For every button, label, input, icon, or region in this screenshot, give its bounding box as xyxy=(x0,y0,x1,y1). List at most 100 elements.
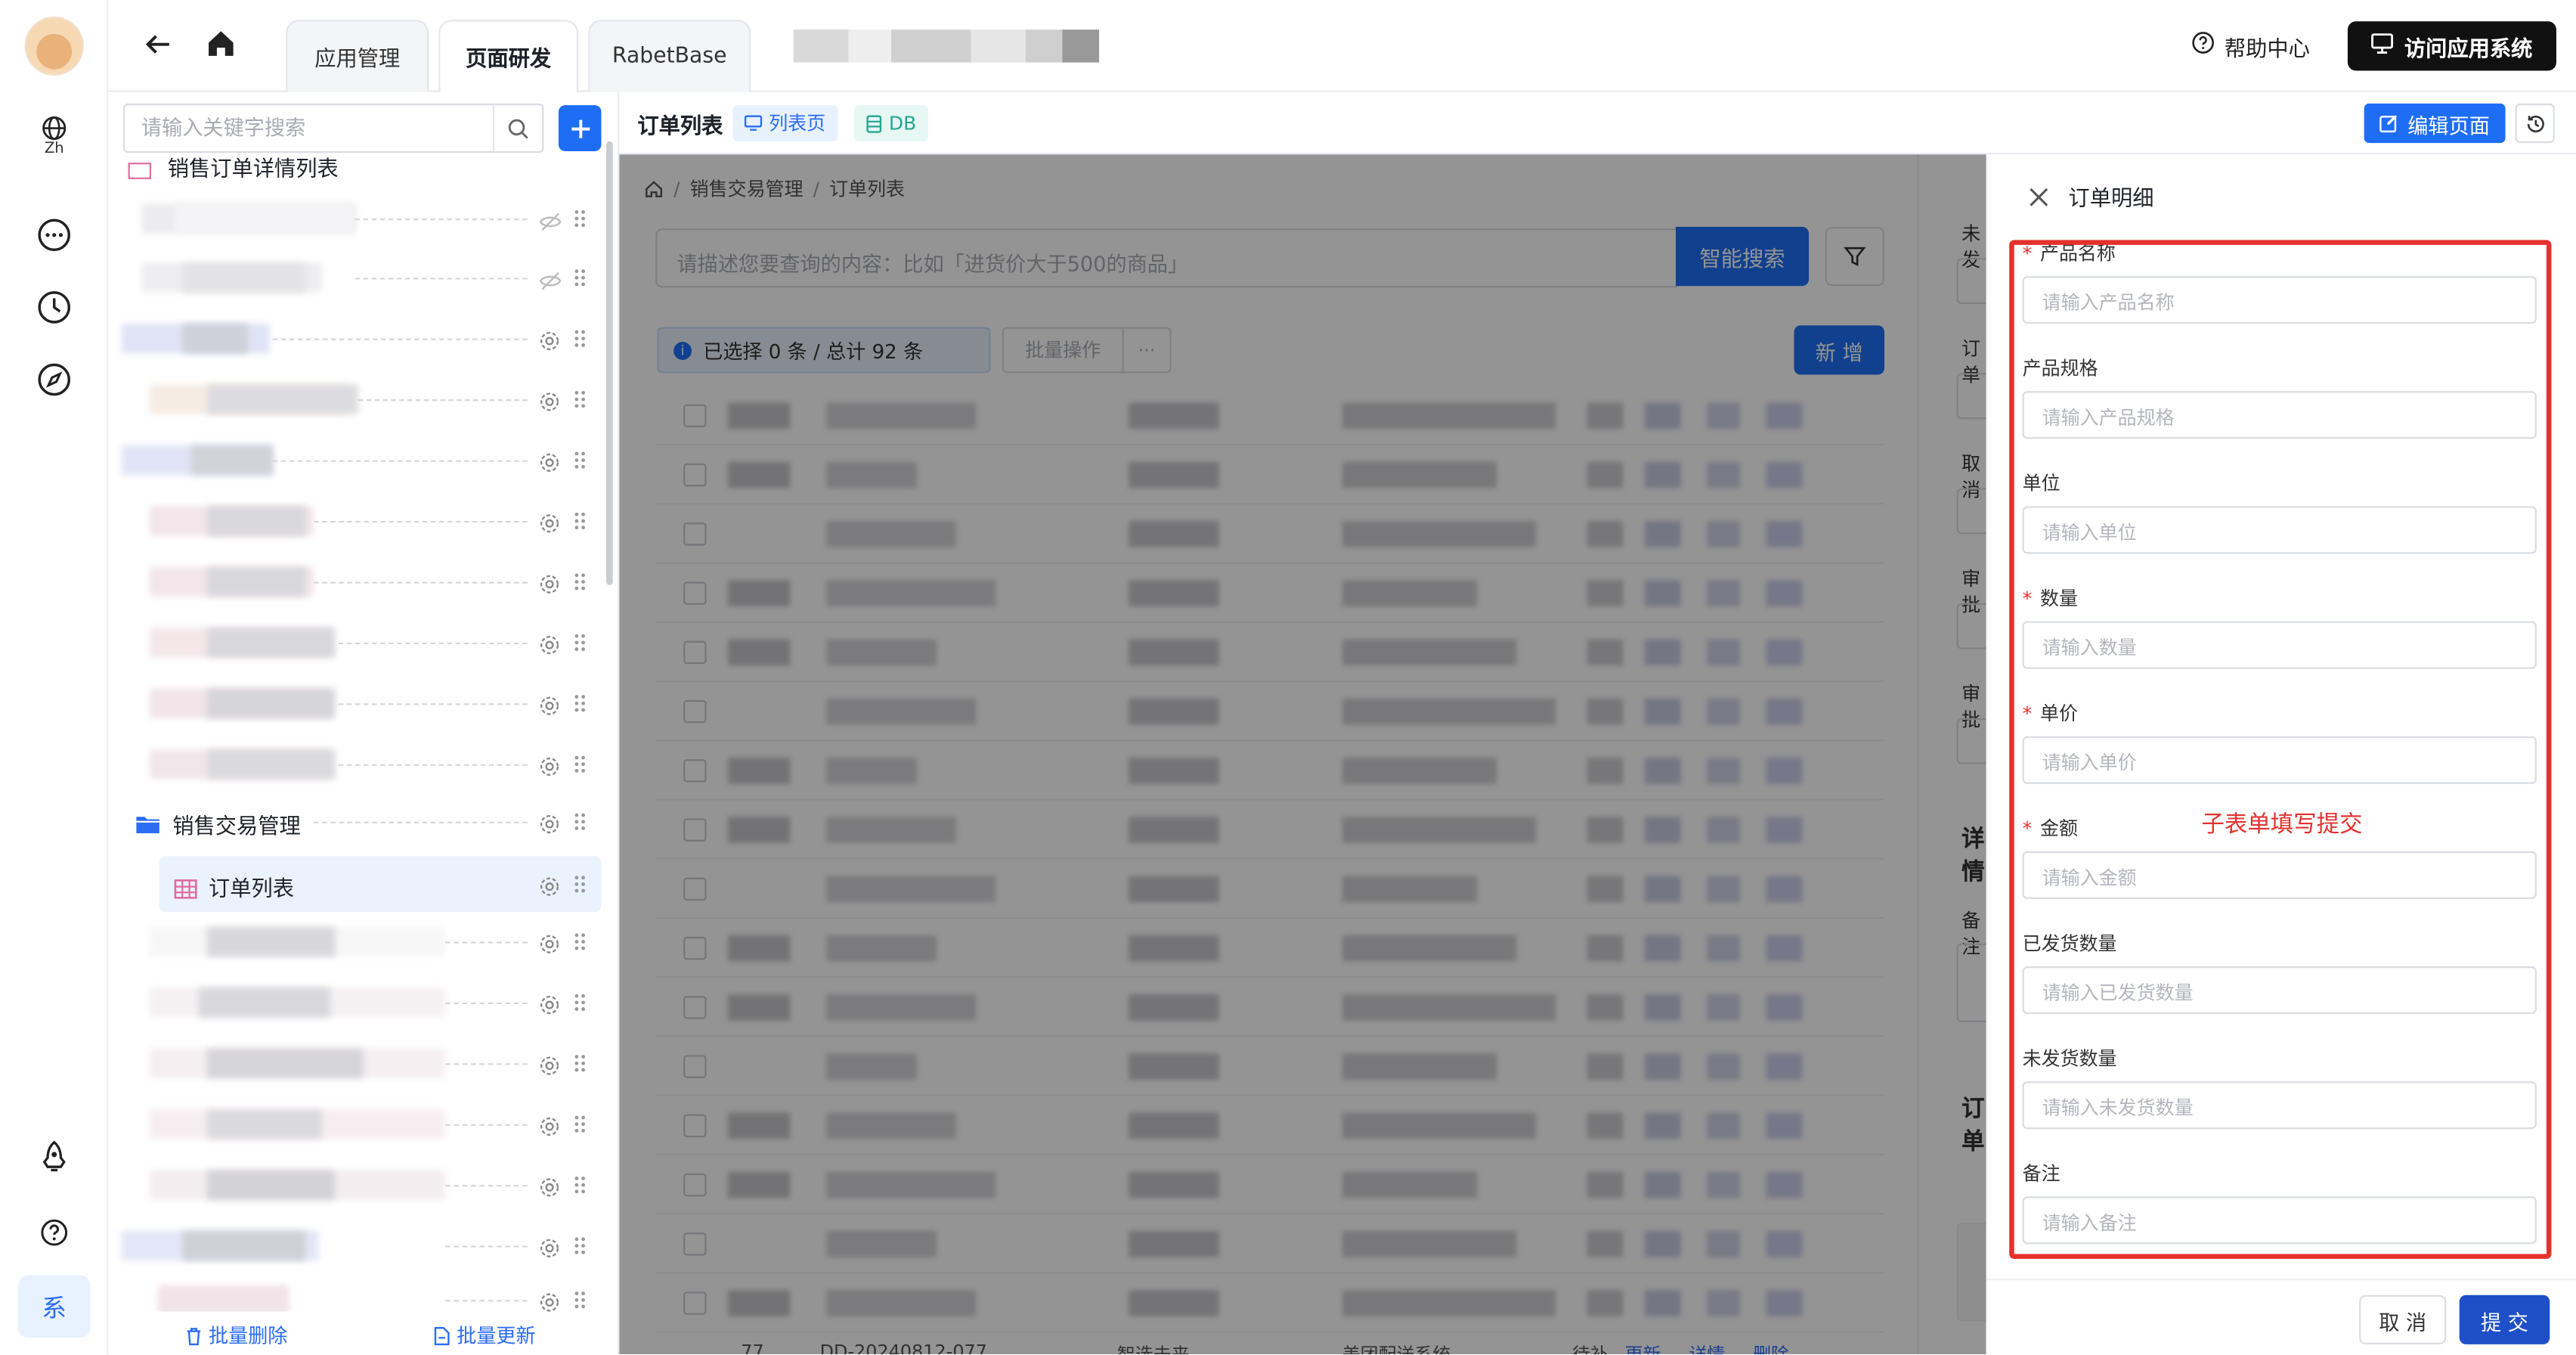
tree-item-order-list[interactable]: 订单列表 xyxy=(159,856,602,913)
tab-rabetbase[interactable]: RabetBase xyxy=(588,20,751,92)
question-icon[interactable] xyxy=(35,1213,74,1252)
gear-icon[interactable] xyxy=(539,1112,560,1143)
tree-item-blurred[interactable] xyxy=(108,191,601,247)
table-icon xyxy=(174,874,197,905)
sidebar-scrollbar[interactable] xyxy=(606,141,613,585)
search-icon[interactable] xyxy=(493,105,542,151)
tree-item-blurred[interactable] xyxy=(108,553,601,609)
rocket-icon[interactable] xyxy=(35,1137,74,1177)
gear-icon[interactable] xyxy=(539,1052,560,1083)
tree-item-blurred[interactable] xyxy=(108,433,601,488)
folder-label: 销售交易管理 xyxy=(172,815,301,840)
tab-page-dev[interactable]: 页面研发 xyxy=(438,20,579,92)
drag-handle-icon[interactable] xyxy=(571,629,588,660)
gear-icon[interactable] xyxy=(539,388,560,419)
gear-icon[interactable] xyxy=(539,752,560,783)
blurred-label xyxy=(206,688,336,718)
avatar[interactable] xyxy=(24,16,84,76)
folder-open-icon xyxy=(135,811,161,842)
drag-handle-icon[interactable] xyxy=(571,206,588,237)
visit-app-button[interactable]: 访问应用系统 xyxy=(2347,21,2556,71)
tree-folder-sales[interactable]: 销售交易管理 xyxy=(108,794,601,850)
file-icon xyxy=(434,1326,450,1345)
edit-icon xyxy=(2380,115,2398,133)
tree-item-blurred[interactable] xyxy=(108,1157,601,1213)
tree-item-blurred[interactable] xyxy=(108,493,601,549)
blurred-label xyxy=(182,1230,306,1261)
drag-handle-icon[interactable] xyxy=(571,1111,588,1142)
modal-mask[interactable] xyxy=(619,154,1986,1354)
home-icon[interactable] xyxy=(206,28,237,66)
tree-search-input[interactable] xyxy=(125,105,497,151)
tree-item-blurred[interactable] xyxy=(108,615,601,671)
help-center-link[interactable]: 帮助中心 xyxy=(2191,29,2310,62)
drag-handle-icon[interactable] xyxy=(571,929,588,960)
tree-item-blurred[interactable] xyxy=(108,1035,601,1091)
tree-item-blurred[interactable] xyxy=(108,311,601,367)
drag-handle-icon[interactable] xyxy=(571,1233,588,1264)
back-arrow-icon[interactable] xyxy=(143,29,172,66)
page-tree-sidebar: 销售订单详情列表 销售交易管理 订单列表 xyxy=(108,91,620,1354)
eye-off-icon[interactable] xyxy=(539,266,562,297)
system-button[interactable]: 系 xyxy=(17,1275,91,1338)
drag-handle-icon[interactable] xyxy=(571,1172,588,1203)
drag-handle-icon[interactable] xyxy=(571,508,588,539)
gear-icon[interactable] xyxy=(539,1234,560,1265)
gear-icon[interactable] xyxy=(539,327,560,358)
drawer-title: 订单明细 xyxy=(2068,187,2154,212)
language-label[interactable]: Zh xyxy=(0,141,108,158)
clock-icon[interactable] xyxy=(35,287,74,327)
gear-icon[interactable] xyxy=(539,991,560,1022)
add-page-button[interactable] xyxy=(558,105,602,151)
edit-page-button[interactable]: 编辑页面 xyxy=(2364,103,2506,144)
batch-update-button[interactable]: 批量更新 xyxy=(434,1321,536,1349)
history-icon xyxy=(2526,114,2543,132)
drag-handle-icon[interactable] xyxy=(571,569,588,600)
tree-item-blurred[interactable] xyxy=(108,1218,601,1274)
close-icon[interactable] xyxy=(2029,182,2048,213)
partial-tree-item-label[interactable]: 销售订单详情列表 xyxy=(168,158,339,183)
tree-item-blurred[interactable] xyxy=(108,1096,601,1152)
list-page-tag[interactable]: 列表页 xyxy=(732,105,838,141)
tree-item-blurred[interactable] xyxy=(108,250,601,305)
drag-handle-icon[interactable] xyxy=(571,751,588,782)
gear-icon[interactable] xyxy=(539,811,560,842)
drag-handle-icon[interactable] xyxy=(571,265,588,296)
gear-icon[interactable] xyxy=(539,570,560,601)
drag-handle-icon[interactable] xyxy=(571,690,588,721)
blurred-label xyxy=(206,1048,364,1078)
gear-icon[interactable] xyxy=(539,631,560,662)
gear-icon[interactable] xyxy=(539,873,560,904)
drag-handle-icon[interactable] xyxy=(571,386,588,417)
drag-handle-icon[interactable] xyxy=(571,871,588,902)
gear-icon[interactable] xyxy=(539,510,560,541)
list-page-label: 列表页 xyxy=(769,111,826,135)
submit-button[interactable]: 提 交 xyxy=(2459,1295,2550,1344)
drag-handle-icon[interactable] xyxy=(571,447,588,478)
drag-handle-icon[interactable] xyxy=(571,808,588,839)
drag-handle-icon[interactable] xyxy=(571,1050,588,1081)
history-button[interactable] xyxy=(2515,103,2555,144)
gear-icon[interactable] xyxy=(539,692,560,723)
tree-item-blurred[interactable] xyxy=(108,371,601,427)
batch-delete-button[interactable]: 批量删除 xyxy=(186,1321,287,1349)
tree-item-blurred[interactable] xyxy=(108,975,601,1031)
tree-item-blurred[interactable] xyxy=(108,675,601,731)
eye-off-icon[interactable] xyxy=(539,207,562,238)
gear-icon[interactable] xyxy=(539,1174,560,1205)
page-header: 订单列表 列表页 DB 编辑页面 xyxy=(619,91,2576,155)
tree-item-blurred[interactable] xyxy=(108,736,601,792)
top-bar: 应用管理 页面研发 RabetBase 帮助中心 访问应用系统 xyxy=(108,0,2576,92)
db-tag[interactable]: DB xyxy=(854,105,928,141)
cancel-button[interactable]: 取 消 xyxy=(2359,1295,2447,1344)
drag-handle-icon[interactable] xyxy=(571,325,588,356)
app-root: Zh 系 应用管理 页面研发 RabetBase 帮助中心 访问应用系统 销售订… xyxy=(0,0,2576,1354)
tab-app-management[interactable]: 应用管理 xyxy=(286,20,429,92)
chat-icon[interactable] xyxy=(35,215,74,255)
gear-icon[interactable] xyxy=(539,930,560,961)
gear-icon[interactable] xyxy=(539,448,560,479)
monitor-icon xyxy=(744,115,763,131)
drag-handle-icon[interactable] xyxy=(571,989,588,1020)
tree-item-blurred[interactable] xyxy=(108,913,601,969)
compass-icon[interactable] xyxy=(35,360,74,399)
